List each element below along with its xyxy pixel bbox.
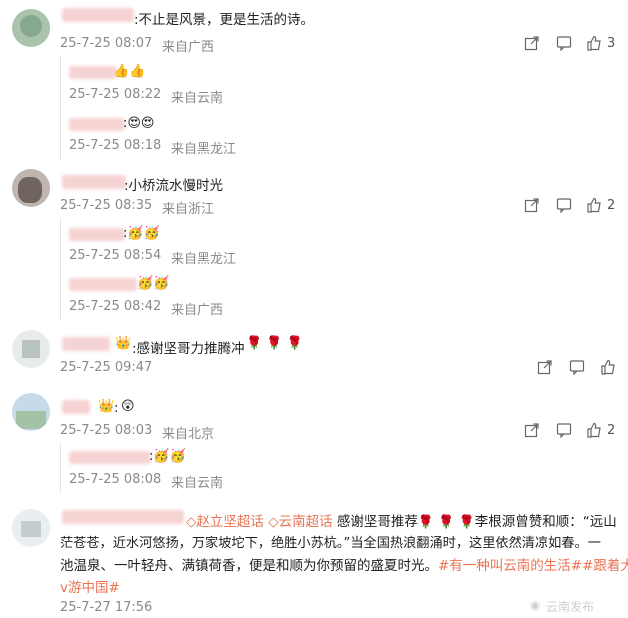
comment-text: 池温泉、一叶轻舟、满镇荷香，便是和顺为你预留的盛夏时光。 [60,558,438,574]
comment-text: 李根源曾赞和顺：“远山 [474,514,617,530]
share-icon [524,36,539,51]
avatar[interactable] [12,169,50,207]
like-count: 2 [607,423,616,438]
reply-username[interactable] [69,66,117,79]
comment-text: :感谢坚哥力推腾冲 [132,341,245,357]
comment-line-1: ◇赵立坚超话 ◇云南超话 感谢坚哥推荐🌹 🌹 🌹李根源曾赞和顺：“远山 [186,510,617,530]
comment-location: 来自北京 [162,427,215,442]
reply-username[interactable] [69,278,137,291]
topic-link-2[interactable]: 云南超话 [279,514,333,530]
username[interactable] [62,8,134,22]
reply-location: 来自黑龙江 [171,252,237,267]
comment-location: 来自浙江 [162,202,215,217]
reply-username[interactable] [69,118,125,131]
username[interactable] [62,337,110,351]
share-icon [524,423,539,438]
comment-line-2: 茫苍苍，近水河悠扬，万家坡坨下，绝胜小苏杭。”当全国热浪翻涌时，这里依然清凉如春… [60,536,601,551]
reply-location: 来自广西 [171,303,224,318]
reply-location: 来自云南 [171,91,224,106]
comment-icon [556,423,572,439]
thumbs-up-emoji-icon: 👍👍 [113,64,146,79]
comment-text: : [114,400,119,416]
comment-button[interactable] [556,197,572,217]
reply-time: 25-7-25 08:08 [69,472,162,487]
comment-time: 25-7-25 09:47 [60,360,153,375]
comment-text: :小桥流水慢时光 [124,178,224,194]
topic-link-1[interactable]: 赵立坚超话 [196,514,264,530]
surprised-emoji-icon: 😲 [121,399,135,414]
heart-eyes-emoji-icon: :😍😍 [123,116,155,131]
like-button[interactable] [586,35,602,55]
share-button[interactable] [524,35,540,55]
like-icon [587,197,601,213]
comment-time: 25-7-25 08:03 [60,423,153,438]
share-icon [524,198,539,213]
reply-time: 25-7-25 08:54 [69,248,162,263]
like-button[interactable] [586,197,602,217]
comment-button[interactable] [569,359,585,379]
party-emoji-icon: :🥳🥳 [123,226,160,241]
hashtag-link-1[interactable]: #有一种叫云南的生活# [438,558,582,574]
like-icon [587,35,601,51]
like-icon [601,359,615,375]
comment-time: 25-7-27 17:56 [60,600,153,615]
share-button[interactable] [524,197,540,217]
comment-text: 感谢坚哥推荐 [336,514,418,530]
reply-username[interactable] [69,451,151,464]
avatar[interactable] [12,330,50,368]
comment-location: 来自广西 [162,40,215,55]
reply-location: 来自云南 [171,476,224,491]
crown-emoji-icon: 👑 [98,399,115,414]
comment-icon [556,198,572,214]
reply-list: 👍👍 25-7-25 08:22 来自云南 :😍😍 25-7-25 08:18 … [60,56,621,160]
party-emoji-icon: 🥳🥳 [137,276,170,291]
like-button[interactable] [586,422,602,442]
reply-username[interactable] [69,228,125,241]
comment-text: :不止是风景，更是生活的诗。 [134,12,315,28]
like-icon [587,422,601,438]
avatar[interactable] [12,393,50,431]
username[interactable] [62,400,90,414]
comment-time: 25-7-25 08:35 [60,198,153,213]
reply-time: 25-7-25 08:18 [69,138,162,153]
share-button[interactable] [537,359,553,379]
comment-icon [556,36,572,52]
topic-icon: ◇ [186,514,197,530]
weibo-logo-icon: ◉ [530,598,541,612]
share-icon [537,360,552,375]
reply-time: 25-7-25 08:22 [69,87,162,102]
username[interactable] [62,510,184,524]
share-button[interactable] [524,422,540,442]
username[interactable] [62,175,126,189]
comment-line-3: 池温泉、一叶轻舟、满镇荷香，便是和顺为你预留的盛夏时光。#有一种叫云南的生活##… [60,554,628,574]
avatar[interactable] [12,509,50,547]
hashtag-link-2[interactable]: #跟着大 [582,558,628,574]
crown-emoji-icon: 👑 [115,336,132,351]
topic-icon: ◇ [268,514,279,530]
watermark: 云南发布 [546,600,595,614]
like-count: 3 [607,36,616,51]
like-button[interactable] [600,359,616,379]
comment-button[interactable] [556,422,572,442]
comment-button[interactable] [556,35,572,55]
reply-list: :🥳🥳 25-7-25 08:54 来自黑龙江 🥳🥳 25-7-25 08:42… [60,218,621,320]
like-count: 2 [607,198,616,213]
avatar[interactable] [12,9,50,47]
hashtag-link-2-cont[interactable]: v游中国# [60,576,120,596]
comment-icon [569,360,585,376]
party-emoji-icon: :🥳🥳 [149,449,186,464]
rose-emoji-icon: 🌹 🌹 🌹 [417,515,475,530]
reply-location: 来自黑龙江 [171,142,237,157]
rose-emoji-icon: 🌹 🌹 🌹 [246,336,303,351]
comment-time: 25-7-25 08:07 [60,36,153,51]
reply-time: 25-7-25 08:42 [69,299,162,314]
reply-list: :🥳🥳 25-7-25 08:08 来自云南 [60,443,621,493]
